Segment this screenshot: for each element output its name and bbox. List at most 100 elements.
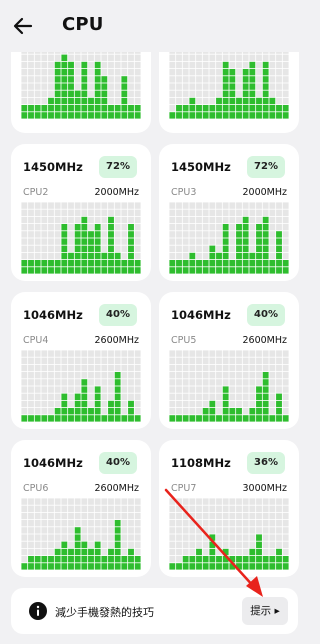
usage-cell-filled — [48, 415, 54, 422]
usage-cell-filled — [81, 393, 88, 400]
usage-cell-filled — [229, 105, 236, 112]
usage-cell-empty — [269, 83, 276, 90]
usage-cell-empty — [222, 512, 229, 520]
usage-cell-empty — [242, 527, 249, 534]
usage-cell-empty — [101, 231, 108, 238]
usage-cell-filled — [94, 252, 101, 260]
usage-cell-empty — [128, 520, 134, 527]
usage-cell-empty — [48, 386, 54, 393]
usage-cell-empty — [282, 245, 289, 252]
usage-cell-empty — [61, 379, 68, 386]
usage-cell-empty — [134, 527, 141, 534]
usage-cell-empty — [176, 83, 182, 90]
usage-cell-filled — [94, 83, 101, 90]
usage-cell-empty — [28, 379, 34, 386]
core-card-cpu3[interactable]: 1450MHz 72% CPU3 2000MHz — [159, 144, 299, 281]
usage-cell-empty — [216, 224, 222, 231]
usage-cell-empty — [81, 364, 88, 372]
usage-cell-empty — [101, 69, 108, 76]
usage-cell-filled — [209, 534, 216, 541]
usage-cell-empty — [128, 97, 134, 105]
usage-cell-empty — [202, 364, 209, 372]
info-icon — [29, 602, 47, 620]
usage-cell-filled — [54, 61, 61, 69]
core-card-cpu7[interactable]: 1108MHz 36% CPU7 3000MHz — [159, 440, 299, 577]
usage-cell-empty — [21, 252, 28, 260]
usage-cell-filled — [256, 548, 262, 556]
usage-cell-filled — [101, 97, 108, 105]
usage-cell-empty — [216, 386, 222, 393]
usage-cell-empty — [28, 393, 34, 400]
usage-cell-empty — [34, 97, 41, 105]
usage-cell-empty — [68, 216, 74, 224]
back-arrow-icon[interactable] — [12, 15, 34, 37]
usage-cell-empty — [202, 505, 209, 512]
usage-cell-empty — [169, 372, 176, 379]
usage-cell-empty — [34, 216, 41, 224]
usage-cell-filled — [28, 260, 34, 267]
usage-cell-empty — [209, 505, 216, 512]
usage-cell-filled — [94, 556, 101, 563]
usage-cell-empty — [176, 90, 182, 97]
usage-cell-filled — [262, 372, 269, 379]
core-card-cpu2[interactable]: 1450MHz 72% CPU2 2000MHz — [11, 144, 151, 281]
core-load-badge: 40% — [99, 304, 137, 326]
usage-cell-empty — [276, 350, 282, 357]
usage-cell-empty — [182, 202, 189, 209]
usage-cell-empty — [101, 408, 108, 415]
usage-cell-filled — [54, 69, 61, 76]
usage-cell-filled — [256, 112, 262, 119]
usage-cell-empty — [276, 209, 282, 216]
usage-cell-filled — [121, 105, 128, 112]
usage-cell-empty — [202, 372, 209, 379]
usage-cell-filled — [242, 415, 249, 422]
core-card-cpu5[interactable]: 1046MHz 40% CPU5 2600MHz — [159, 292, 299, 429]
usage-cell-empty — [34, 357, 41, 364]
usage-cell-empty — [169, 527, 176, 534]
tip-button[interactable]: 提示 ▸ — [242, 597, 288, 625]
usage-cell-empty — [101, 54, 108, 61]
usage-cell-empty — [121, 216, 128, 224]
usage-cell-empty — [276, 372, 282, 379]
usage-cell-empty — [54, 400, 61, 408]
usage-cell-empty — [88, 209, 94, 216]
usage-cell-empty — [169, 505, 176, 512]
usage-cell-filled — [68, 252, 74, 260]
usage-cell-filled — [88, 231, 94, 238]
usage-cell-filled — [236, 260, 242, 267]
usage-cell-filled — [28, 415, 34, 422]
usage-cell-empty — [189, 231, 196, 238]
usage-cell-empty — [262, 209, 269, 216]
usage-cell-filled — [61, 548, 68, 556]
usage-cell-empty — [202, 386, 209, 393]
usage-cell-empty — [48, 245, 54, 252]
usage-cell-empty — [48, 548, 54, 556]
usage-cell-filled — [61, 83, 68, 90]
usage-cell-empty — [222, 372, 229, 379]
core-name: CPU3 — [171, 187, 197, 198]
core-card-cpu4[interactable]: 1046MHz 40% CPU4 2600MHz — [11, 292, 151, 429]
usage-cell-empty — [189, 520, 196, 527]
usage-cell-empty — [121, 408, 128, 415]
usage-cell-empty — [128, 386, 134, 393]
usage-cell-empty — [88, 61, 94, 69]
usage-cell-empty — [94, 520, 101, 527]
usage-cell-empty — [134, 216, 141, 224]
usage-cell-empty — [128, 83, 134, 90]
usage-cell-filled — [114, 112, 121, 119]
usage-cell-filled — [182, 112, 189, 119]
usage-cell-empty — [134, 386, 141, 393]
usage-cell-empty — [176, 520, 182, 527]
usage-cell-filled — [128, 112, 134, 119]
usage-cell-empty — [282, 548, 289, 556]
usage-cell-empty — [108, 202, 114, 209]
usage-cell-empty — [276, 357, 282, 364]
usage-cell-filled — [189, 563, 196, 570]
usage-cell-empty — [114, 202, 121, 209]
core-card-cpu6[interactable]: 1046MHz 40% CPU6 2600MHz — [11, 440, 151, 577]
usage-cell-filled — [128, 238, 134, 245]
usage-cell-empty — [249, 534, 256, 541]
usage-cell-filled — [108, 252, 114, 260]
usage-cell-filled — [276, 408, 282, 415]
usage-cell-empty — [169, 224, 176, 231]
